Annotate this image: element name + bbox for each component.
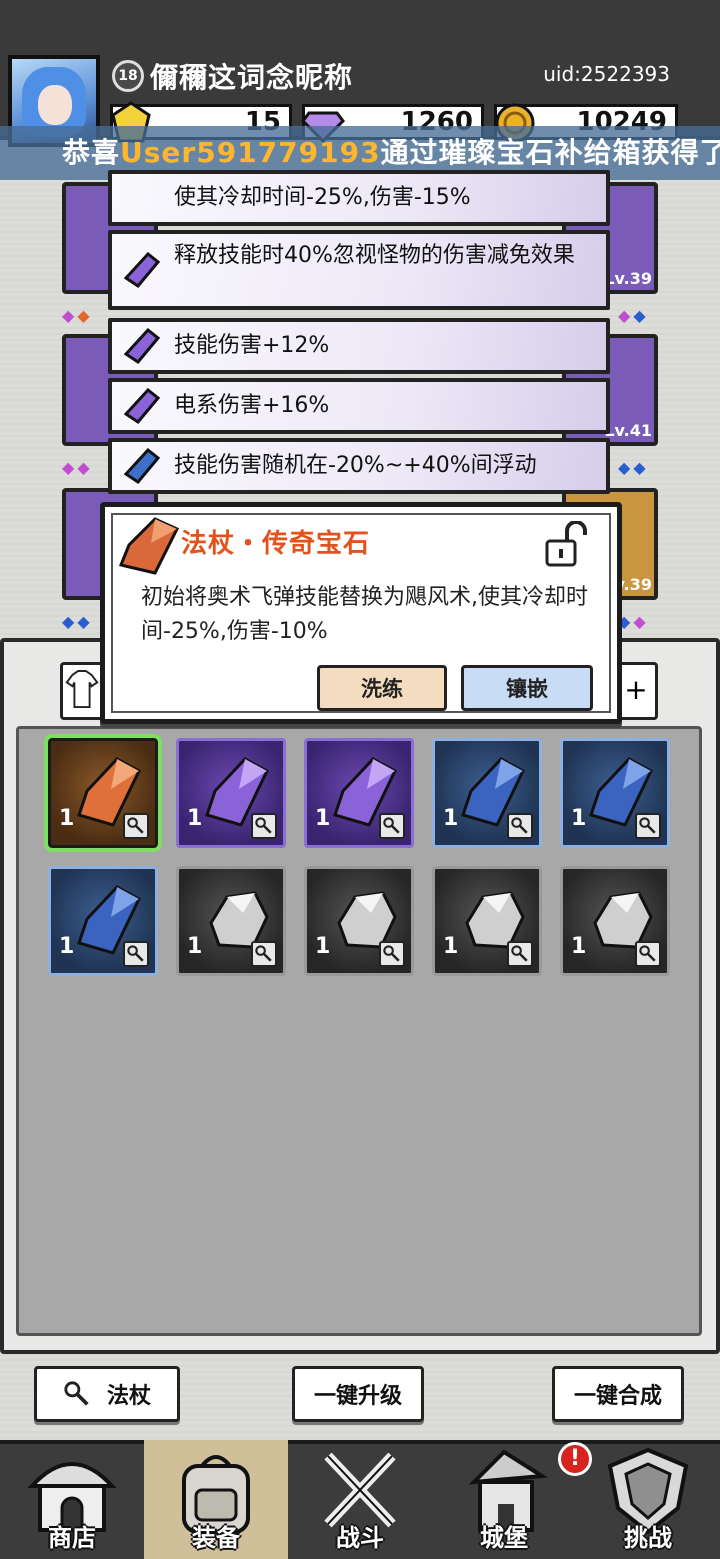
nav-battle[interactable]: 战斗: [288, 1440, 432, 1559]
item-count: 1: [59, 806, 75, 831]
skill-entry: 技能伤害随机在-20%~+40%间浮动: [108, 438, 610, 494]
skill-text: 技能伤害随机在-20%~+40%间浮动: [174, 453, 537, 478]
skill-text: 释放技能时40%忽视怪物的伤害减免效果: [174, 243, 575, 268]
dialog-title: 法杖・传奇宝石: [181, 529, 371, 559]
socket-indicators: ◆◆: [62, 612, 93, 631]
weapon-filter-label: 法杖: [106, 1384, 151, 1409]
nav-challenge[interactable]: 挑战: [576, 1440, 720, 1559]
inventory-gem-blue[interactable]: 1: [560, 738, 670, 848]
socket-indicators: ◆◆: [618, 612, 649, 631]
avatar-face: [38, 85, 72, 125]
skill-text: 使其冷却时间-25%,伤害-15%: [174, 185, 471, 210]
merge-all-button[interactable]: 一键合成: [552, 1366, 684, 1422]
item-count: 1: [443, 806, 459, 831]
nav-shop[interactable]: 商店: [0, 1440, 144, 1559]
skill-entry: 电系伤害+16%: [108, 378, 610, 434]
skill-entry: 技能伤害+12%: [108, 318, 610, 374]
socket-indicators: ◆◆: [62, 458, 93, 477]
wand-icon: [635, 813, 661, 839]
item-count: 1: [59, 934, 75, 959]
purple-gem-icon: [124, 328, 160, 364]
item-count: 1: [187, 934, 203, 959]
skill-text: 电系伤害+16%: [174, 393, 330, 418]
socket-indicators: ◆◆: [62, 306, 93, 325]
item-count: 1: [315, 934, 331, 959]
wand-icon: [251, 941, 277, 967]
marquee-user: User591779193: [120, 136, 381, 169]
player-uid: uid:2522393: [543, 62, 670, 86]
inventory-gem-gray[interactable]: 1: [304, 866, 414, 976]
inventory-gem-purple[interactable]: 1: [304, 738, 414, 848]
nav-equip[interactable]: 装备: [144, 1440, 288, 1559]
inventory-gem-purple[interactable]: 1: [176, 738, 286, 848]
wand-icon: [507, 941, 533, 967]
weapon-filter-button[interactable]: 法杖: [34, 1366, 180, 1422]
player-level-badge: 18: [112, 60, 144, 92]
socket-indicators: ◆◆: [618, 458, 649, 477]
item-count: 1: [571, 934, 587, 959]
wand-icon: [379, 941, 405, 967]
nav-shop-label: 商店: [48, 1524, 96, 1552]
castle-notification-badge: !: [558, 1442, 592, 1476]
marquee-prefix: 恭喜: [62, 136, 121, 169]
game-screen: 18 儞穪这词念昵称 uid:2522393 15 1260 10249 恭喜U…: [0, 0, 720, 1559]
item-count: 1: [315, 806, 331, 831]
nav-equip-label: 装备: [192, 1524, 240, 1552]
legendary-gem-icon: [118, 517, 180, 575]
wand-icon: [64, 1381, 89, 1406]
equip-level: Lv.39: [604, 269, 652, 288]
nav-battle-label: 战斗: [336, 1524, 384, 1552]
dialog-description: 初始将奥术飞弹技能替换为飓风术,使其冷却时间-25%,伤害-10%: [141, 585, 588, 644]
equip-level: Lv.41: [604, 421, 652, 440]
nav-castle-label: 城堡: [480, 1524, 528, 1552]
inventory-gem-gray[interactable]: 1: [176, 866, 286, 976]
unlock-icon[interactable]: [545, 521, 589, 567]
skill-text: 技能伤害+12%: [174, 333, 330, 358]
wand-icon: [507, 813, 533, 839]
shirt-icon: [65, 670, 99, 709]
inventory-gem-orange[interactable]: 1: [44, 734, 162, 852]
upgrade-all-button[interactable]: 一键升级: [292, 1366, 424, 1422]
inventory-gem-blue[interactable]: 1: [432, 738, 542, 848]
refine-button[interactable]: 洗练: [317, 665, 447, 711]
purple-gem-icon: [124, 388, 160, 424]
wand-icon: [379, 813, 405, 839]
blue-gem-icon: [124, 448, 160, 484]
player-nickname: 儞穪这词念昵称: [150, 61, 354, 94]
inlay-button[interactable]: 镶嵌: [461, 665, 593, 711]
skill-entry: 释放技能时40%忽视怪物的伤害减免效果: [108, 230, 610, 310]
wand-icon: [123, 813, 149, 839]
purple-gem-icon: [124, 252, 160, 288]
item-count: 1: [187, 806, 203, 831]
skill-entry: 使其冷却时间-25%,伤害-15%: [108, 170, 610, 226]
inventory-gem-gray[interactable]: 1: [432, 866, 542, 976]
marquee-middle: 通过璀璨宝石补给箱获得了: [380, 136, 720, 169]
gem-detail-dialog: 法杖・传奇宝石 初始将奥术飞弹技能替换为飓风术,使其冷却时间-25%,伤害-10…: [100, 502, 622, 724]
socket-indicators: ◆◆: [618, 306, 649, 325]
item-count: 1: [443, 934, 459, 959]
nav-castle[interactable]: 城堡: [432, 1440, 576, 1559]
inventory-gem-gray[interactable]: 1: [560, 866, 670, 976]
inventory-tab-left[interactable]: [60, 662, 104, 720]
wand-icon: [123, 941, 149, 967]
wand-icon: [251, 813, 277, 839]
item-count: 1: [571, 806, 587, 831]
wand-icon: [635, 941, 661, 967]
inventory-gem-blue[interactable]: 1: [48, 866, 158, 976]
nav-challenge-label: 挑战: [624, 1524, 672, 1552]
